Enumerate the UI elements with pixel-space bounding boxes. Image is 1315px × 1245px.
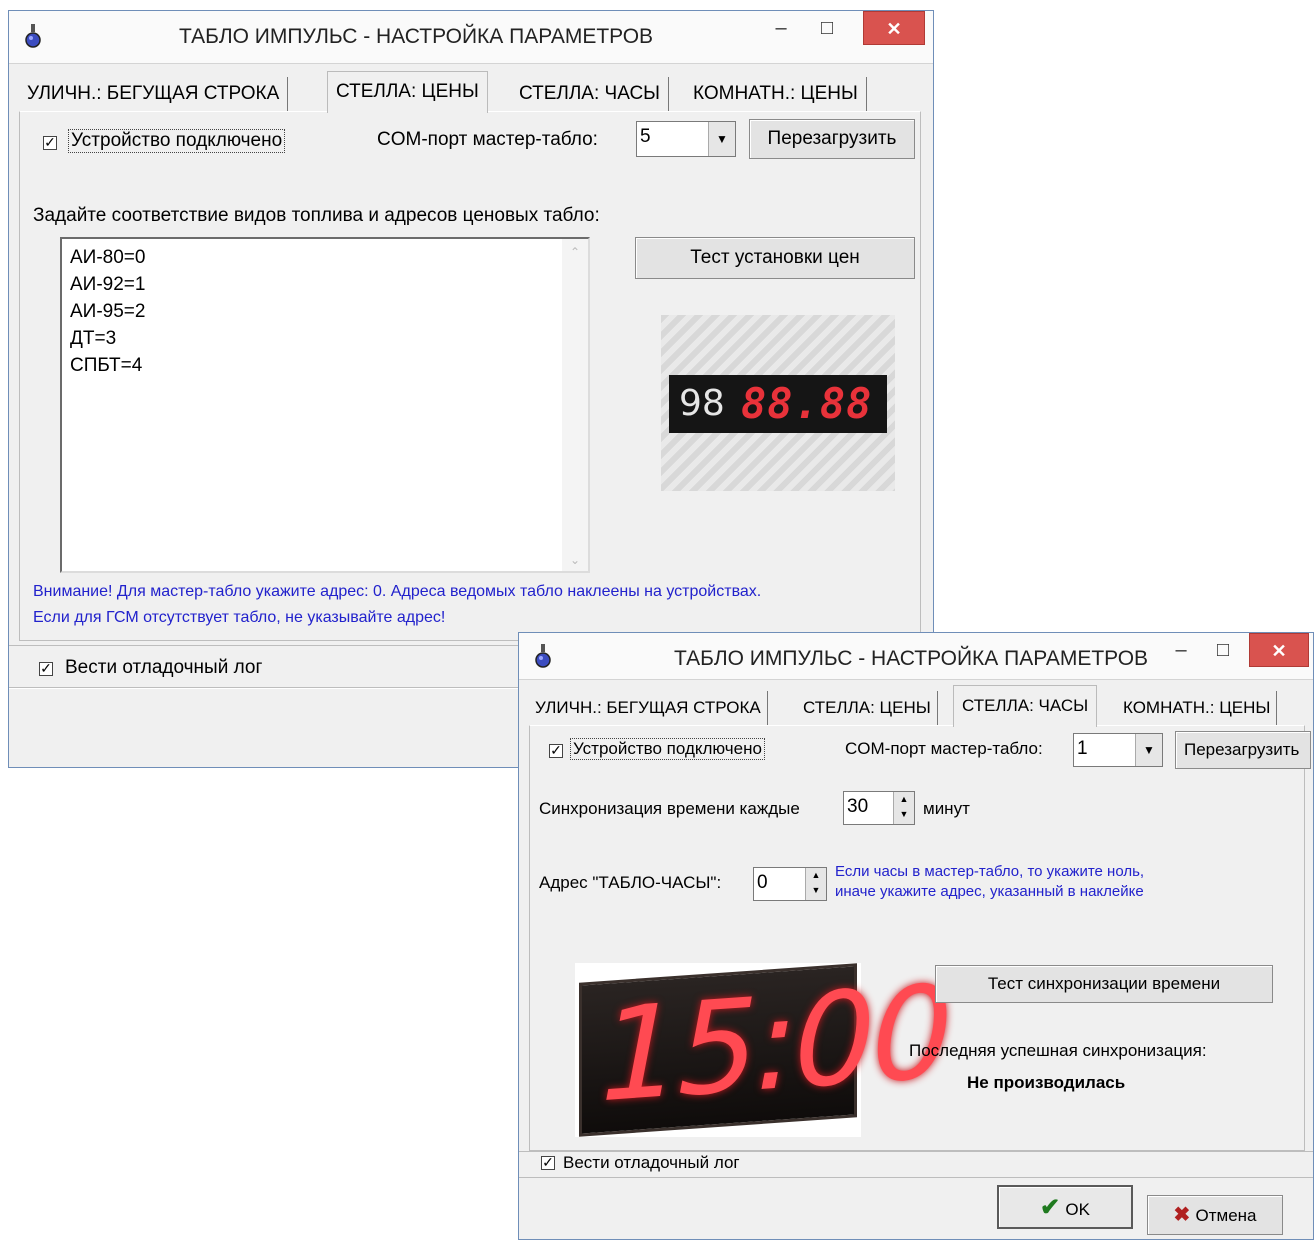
device-connected-checkbox[interactable]: ✓ — [43, 135, 57, 150]
reload-button[interactable]: Перезагрузить — [749, 119, 915, 159]
settings-window-clock: ТАБЛО ИМПУЛЬС - НАСТРОЙКА ПАРАМЕТРОВ – □… — [518, 632, 1314, 1240]
last-sync-value: Не производилась — [967, 1073, 1126, 1092]
tab-room-prices[interactable]: КОМНАТН.: ЦЕНЫ — [1117, 691, 1278, 725]
price-display-grade: 98 — [679, 383, 725, 424]
vertical-scrollbar[interactable]: ⌃ ⌄ — [562, 239, 588, 571]
device-connected-checkbox[interactable]: ✓ — [549, 743, 563, 758]
fuel-map-line: СПБТ=4 — [70, 355, 143, 376]
clock-address-label: Адрес "ТАБЛО-ЧАСЫ": — [539, 873, 722, 892]
sync-interval-stepper[interactable]: 30 ▲ ▼ — [843, 791, 915, 825]
warning-note-line1: Внимание! Для мастер-табло укажите адрес… — [33, 583, 762, 600]
mapping-label: Задайте соответствие видов топлива и адр… — [33, 205, 600, 226]
cross-icon: ✖ — [1173, 1204, 1191, 1226]
maximize-button[interactable]: □ — [805, 11, 849, 45]
divider — [519, 1177, 1313, 1178]
tab-stella-clock[interactable]: СТЕЛЛА: ЧАСЫ — [953, 685, 1098, 727]
checkmark-icon: ✔ — [1040, 1194, 1061, 1221]
test-prices-button[interactable]: Тест установки цен — [635, 237, 915, 279]
close-button[interactable]: ✕ — [863, 11, 925, 45]
clock-address-value: 0 — [757, 872, 768, 893]
debug-log-label[interactable]: Вести отладочный лог — [65, 657, 262, 679]
price-display-image: 98 88.88 — [661, 315, 895, 491]
chevron-down-icon[interactable]: ▼ — [708, 122, 735, 156]
com-port-value: 5 — [640, 126, 651, 147]
sync-interval-value: 30 — [847, 796, 869, 817]
close-button[interactable]: ✕ — [1249, 633, 1309, 667]
com-port-select[interactable]: 1 ▼ — [1073, 733, 1163, 767]
debug-log-checkbox[interactable]: ✓ — [541, 1155, 555, 1170]
maximize-button[interactable]: □ — [1201, 633, 1245, 667]
clock-display-image: 15:00 — [575, 958, 949, 1137]
minimize-button[interactable]: – — [1159, 633, 1203, 667]
test-sync-button[interactable]: Тест синхронизации времени — [935, 965, 1273, 1003]
cancel-button[interactable]: ✖ Отмена — [1147, 1195, 1283, 1235]
debug-log-label[interactable]: Вести отладочный лог — [563, 1153, 740, 1173]
tab-street-ticker[interactable]: УЛИЧН.: БЕГУЩАЯ СТРОКА — [19, 77, 289, 111]
clock-display-panel: 15:00 — [579, 958, 949, 1137]
com-port-label: COM-порт мастер-табло: — [377, 129, 598, 150]
scroll-down-icon[interactable]: ⌄ — [562, 553, 588, 567]
title-bar[interactable]: ТАБЛО ИМПУЛЬС - НАСТРОЙКА ПАРАМЕТРОВ – □… — [519, 633, 1313, 680]
fuel-mapping-textarea[interactable]: АИ-80=0 АИ-92=1 АИ-95=2 ДТ=3 СПБТ=4 ⌃ ⌄ — [60, 237, 590, 573]
sync-unit-label: минут — [923, 799, 970, 818]
address-note-line1: Если часы в мастер-табло, то укажите нол… — [835, 863, 1145, 880]
scroll-up-icon[interactable]: ⌃ — [562, 245, 588, 259]
reload-button[interactable]: Перезагрузить — [1175, 731, 1311, 769]
com-port-value: 1 — [1077, 738, 1088, 759]
cancel-button-label: Отмена — [1195, 1206, 1257, 1225]
clock-address-stepper[interactable]: 0 ▲ ▼ — [753, 867, 827, 901]
price-display-panel: 98 88.88 — [669, 375, 887, 433]
ok-button-label: OK — [1065, 1200, 1090, 1219]
tab-stella-prices[interactable]: СТЕЛЛА: ЦЕНЫ — [797, 691, 938, 725]
tab-street-ticker[interactable]: УЛИЧН.: БЕГУЩАЯ СТРОКА — [529, 691, 768, 725]
ok-button[interactable]: ✔ OK — [997, 1185, 1133, 1229]
price-display-digits: 88.88 — [741, 379, 873, 428]
debug-log-checkbox[interactable]: ✓ — [39, 661, 53, 676]
tab-room-prices[interactable]: КОМНАТН.: ЦЕНЫ — [685, 77, 867, 111]
fuel-map-line: АИ-95=2 — [70, 301, 146, 322]
tab-stella-prices[interactable]: СТЕЛЛА: ЦЕНЫ — [327, 71, 488, 113]
device-connected-label[interactable]: Устройство подключено — [570, 738, 765, 760]
last-sync-label: Последняя успешная синхронизация: — [909, 1041, 1207, 1060]
com-port-label: COM-порт мастер-табло: — [845, 739, 1043, 758]
minimize-button[interactable]: – — [759, 11, 803, 45]
com-port-select[interactable]: 5 ▼ — [636, 121, 736, 157]
address-note-line2: иначе укажите адрес, указанный в наклейк… — [835, 883, 1144, 900]
window-title: ТАБЛО ИМПУЛЬС - НАСТРОЙКА ПАРАМЕТРОВ — [673, 647, 1149, 670]
device-connected-label[interactable]: Устройство подключено — [67, 129, 286, 153]
clock-display-digits: 15:00 — [600, 957, 949, 1132]
title-bar[interactable]: ТАБЛО ИМПУЛЬС - НАСТРОЙКА ПАРАМЕТРОВ – □… — [9, 11, 933, 64]
chevron-down-icon[interactable]: ▼ — [1135, 734, 1162, 766]
warning-note-line2: Если для ГСМ отсутствует табло, не указы… — [33, 609, 446, 626]
fuel-map-line: АИ-80=0 — [70, 247, 146, 268]
fuel-map-line: АИ-92=1 — [70, 274, 146, 295]
window-title: ТАБЛО ИМПУЛЬС - НАСТРОЙКА ПАРАМЕТРОВ — [178, 25, 654, 48]
stepper-arrows-icon[interactable]: ▲ ▼ — [805, 868, 826, 900]
divider — [519, 1151, 1313, 1152]
app-flask-icon — [25, 24, 41, 48]
stepper-arrows-icon[interactable]: ▲ ▼ — [893, 792, 914, 824]
fuel-map-line: ДТ=3 — [70, 328, 117, 349]
sync-interval-label: Синхронизация времени каждые — [539, 799, 800, 818]
tab-stella-clock[interactable]: СТЕЛЛА: ЧАСЫ — [511, 77, 669, 111]
app-flask-icon — [535, 644, 551, 668]
